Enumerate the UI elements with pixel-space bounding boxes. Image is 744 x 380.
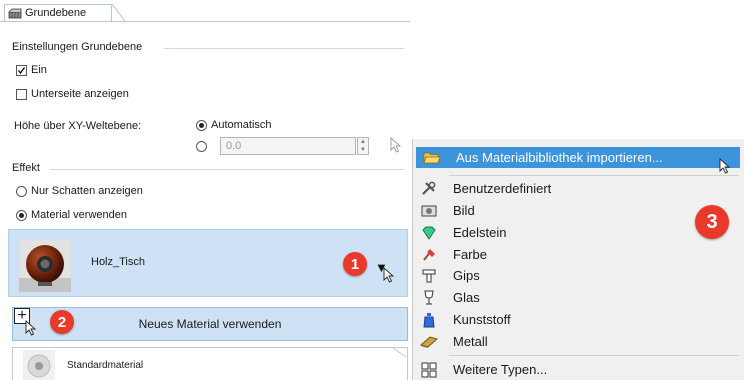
height-auto-radio[interactable] xyxy=(196,119,207,131)
menu-item-label: Benutzerdefiniert xyxy=(453,181,552,196)
settings-group-rule xyxy=(164,48,404,49)
menu-item-benutzerdefiniert[interactable]: Benutzerdefiniert xyxy=(413,178,743,199)
callout-badge-1: 1 xyxy=(343,252,367,276)
settings-group-header: Einstellungen Grundebene xyxy=(12,41,142,53)
unterseite-checkbox-row[interactable]: Unterseite anzeigen xyxy=(16,88,129,100)
menu-item-more-label: Weitere Typen... xyxy=(453,362,548,377)
material-radio[interactable] xyxy=(16,209,27,221)
metal-icon xyxy=(417,335,441,349)
paint-icon xyxy=(417,247,441,263)
new-material-label: Neues Material verwenden xyxy=(138,317,282,331)
height-value-radio[interactable] xyxy=(196,141,207,152)
spin-down-icon[interactable]: ▼ xyxy=(358,146,368,154)
height-auto-radio-row[interactable]: Automatisch xyxy=(196,119,272,131)
callout-badge-2: 2 xyxy=(50,310,74,334)
menu-separator xyxy=(449,175,739,176)
shadow-radio[interactable] xyxy=(16,185,27,197)
wrench-icon xyxy=(417,181,441,197)
material-radio-row[interactable]: Material verwenden xyxy=(16,209,127,221)
menu-item-import-label: Aus Materialbibliothek importieren... xyxy=(456,150,663,165)
wood-sphere-icon xyxy=(19,240,71,292)
unterseite-label: Unterseite anzeigen xyxy=(31,88,129,100)
height-value-radio-row[interactable] xyxy=(196,141,207,152)
corner-marker xyxy=(393,348,407,358)
gem-icon xyxy=(417,226,441,240)
menu-item-weitere-typen[interactable]: Weitere Typen... xyxy=(413,359,743,380)
grid-icon xyxy=(417,362,441,378)
glass-icon xyxy=(417,290,441,306)
cursor-icon xyxy=(383,267,395,283)
callout-badge-3: 3 xyxy=(695,205,729,239)
ground-plane-icon xyxy=(8,8,22,18)
tab-label: Grundebene xyxy=(25,7,87,19)
effekt-group-title: Effekt xyxy=(12,162,40,174)
menu-item-label: Kunststoff xyxy=(453,312,511,327)
ein-checkbox-row[interactable]: Ein xyxy=(16,64,47,76)
height-input[interactable]: 0.0 xyxy=(220,137,356,155)
menu-item-label: Metall xyxy=(453,334,488,349)
plaster-icon xyxy=(417,268,441,284)
menu-item-label: Glas xyxy=(453,290,480,305)
material-type-menu: Aus Materialbibliothek importieren... Be… xyxy=(412,139,744,380)
menu-item-label: Edelstein xyxy=(453,225,507,240)
material-card[interactable]: Holz_Tisch 1 ▼ xyxy=(8,229,408,297)
properties-panel: Grundebene Einstellungen Grundebene Ein … xyxy=(0,0,410,380)
tab-grundebene[interactable]: Grundebene xyxy=(4,4,112,21)
menu-item-bild[interactable]: Bild xyxy=(413,200,743,221)
cursor-icon xyxy=(25,320,37,336)
menu-item-gips[interactable]: Gips xyxy=(413,265,743,286)
height-label: Höhe über XY-Weltebene: xyxy=(14,120,142,132)
ein-label: Ein xyxy=(31,64,47,76)
cursor-icon xyxy=(719,158,731,174)
check-icon xyxy=(17,66,26,74)
menu-item-label: Gips xyxy=(453,268,480,283)
menu-item-label: Farbe xyxy=(453,247,487,262)
menu-item-farbe[interactable]: Farbe xyxy=(413,244,743,265)
menu-item-kunststoff[interactable]: Kunststoff xyxy=(413,309,743,330)
tab-edge xyxy=(112,4,126,21)
tab-divider xyxy=(0,21,410,22)
material-thumbnail xyxy=(19,240,71,292)
menu-item-label: Bild xyxy=(453,203,475,218)
menu-item-import[interactable]: Aus Materialbibliothek importieren... xyxy=(416,147,740,168)
plastic-icon xyxy=(417,312,441,328)
menu-item-edelstein[interactable]: Edelstein xyxy=(413,222,743,243)
material-label: Material verwenden xyxy=(31,209,127,221)
default-sphere-icon xyxy=(23,350,55,380)
settings-group-title: Einstellungen Grundebene xyxy=(12,41,143,53)
height-spinner[interactable]: ▲ ▼ xyxy=(357,137,369,155)
cursor-icon xyxy=(390,137,402,153)
unterseite-checkbox[interactable] xyxy=(16,88,27,100)
material-list-item-label: Standardmaterial xyxy=(67,360,144,371)
spin-up-icon[interactable]: ▲ xyxy=(358,138,368,146)
image-icon xyxy=(417,204,441,218)
menu-item-glas[interactable]: Glas xyxy=(413,287,743,308)
menu-separator xyxy=(449,355,739,356)
folder-open-icon xyxy=(420,151,444,165)
material-name: Holz_Tisch xyxy=(91,256,145,268)
height-auto-label: Automatisch xyxy=(211,119,272,131)
ein-checkbox[interactable] xyxy=(16,64,27,76)
shadow-label: Nur Schatten anzeigen xyxy=(31,185,143,197)
menu-item-metall[interactable]: Metall xyxy=(413,331,743,352)
effekt-group-rule xyxy=(50,169,404,170)
material-list-item[interactable]: Standardmaterial xyxy=(12,347,408,380)
shadow-radio-row[interactable]: Nur Schatten anzeigen xyxy=(16,185,143,197)
